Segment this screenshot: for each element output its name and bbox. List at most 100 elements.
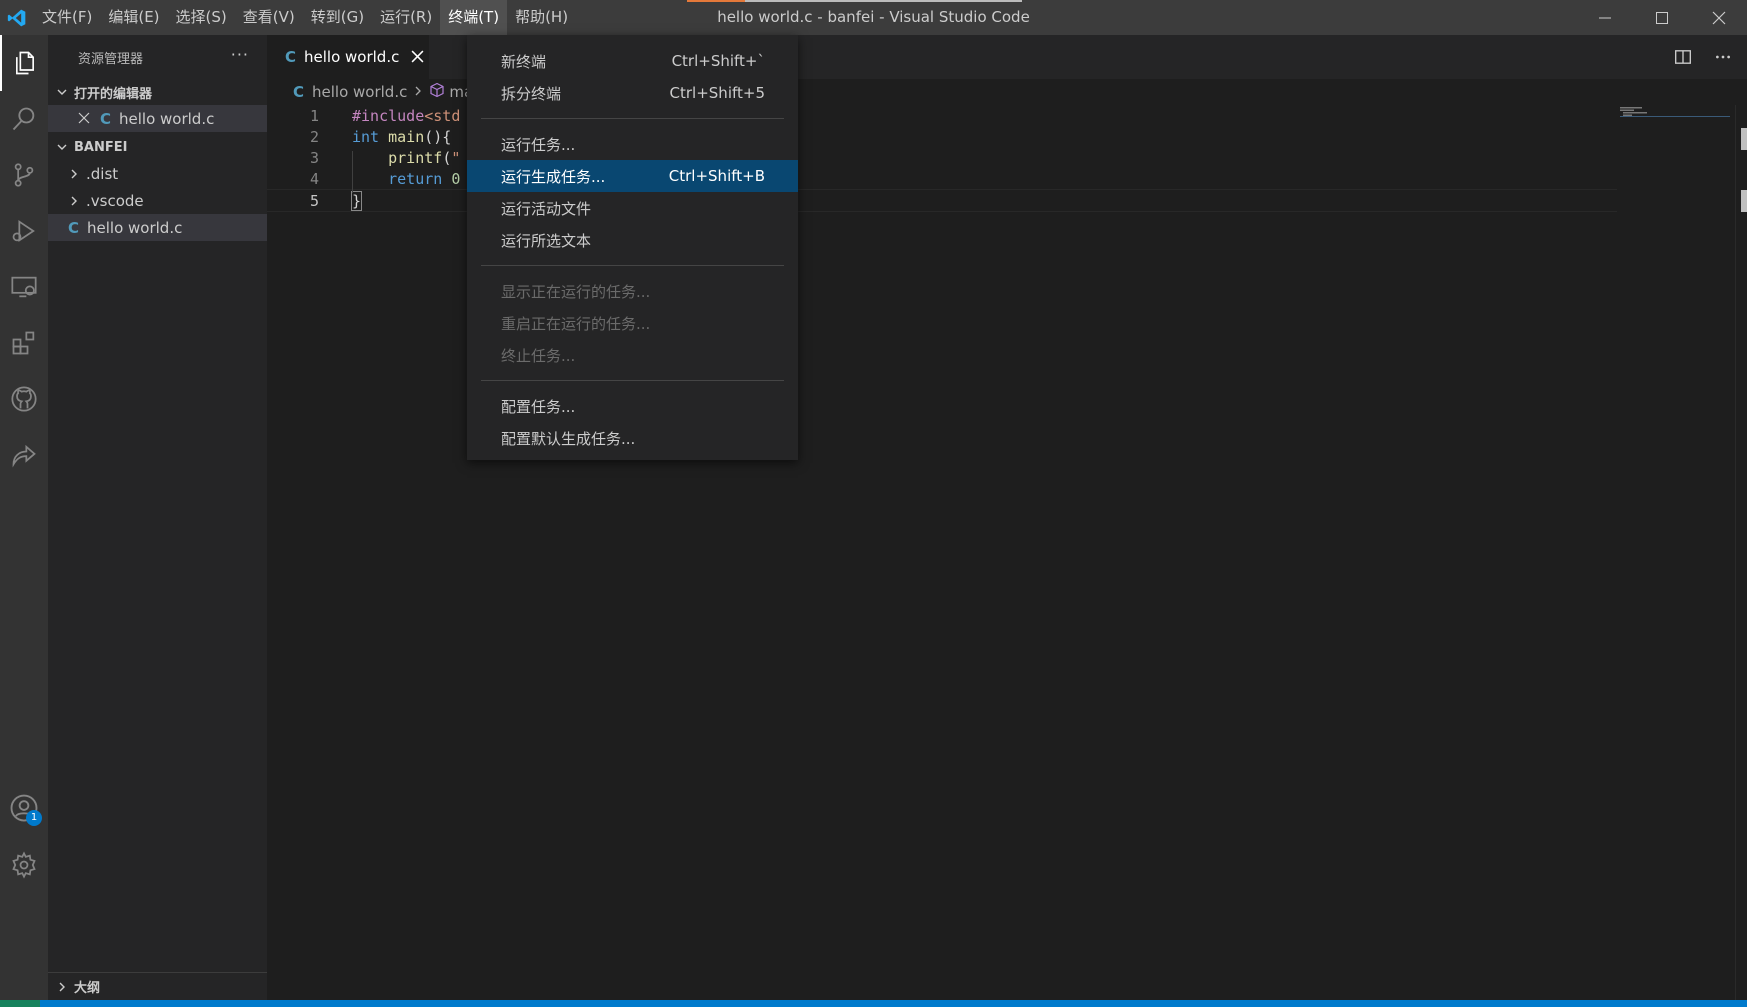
code-token: (){ xyxy=(424,128,452,146)
tree-folder-vscode[interactable]: .vscode xyxy=(48,187,267,214)
sidebar-title: 资源管理器 xyxy=(78,51,144,67)
vscode-logo-icon xyxy=(0,0,34,35)
title-bar: 文件(F) 编辑(E) 选择(S) 查看(V) 转到(G) 运行(R) 终端(T… xyxy=(0,0,1747,35)
line-number: 4 xyxy=(309,170,319,188)
live-share-icon[interactable] xyxy=(0,427,48,483)
open-editor-item[interactable]: C hello world.c xyxy=(48,105,267,132)
open-editors-label: 打开的编辑器 xyxy=(74,86,153,102)
menu-view[interactable]: 查看(V) xyxy=(235,0,303,35)
code-token: return xyxy=(388,170,443,188)
code-text: return 0 xyxy=(352,168,460,191)
extensions-icon[interactable] xyxy=(0,315,48,371)
tree-folder-dist[interactable]: .dist xyxy=(48,160,267,187)
code-token: ( xyxy=(442,149,452,167)
menu-selection[interactable]: 选择(S) xyxy=(168,0,235,35)
breadcrumb-file[interactable]: hello world.c xyxy=(312,83,407,101)
github-icon[interactable] xyxy=(0,371,48,427)
open-editors-section[interactable]: 打开的编辑器 xyxy=(48,79,267,105)
code-text: #include<std xyxy=(352,105,460,128)
close-icon xyxy=(1712,11,1725,24)
activity-bar: 1 xyxy=(0,35,48,1000)
tab-label: hello world.c xyxy=(304,48,400,66)
chevron-right-icon xyxy=(66,193,82,209)
tab-hello-world[interactable]: C hello world.c xyxy=(267,35,429,79)
menu-edit[interactable]: 编辑(E) xyxy=(100,0,167,35)
menu-separator xyxy=(481,380,784,381)
menu-item-label: 终止任务... xyxy=(501,346,576,365)
more-actions-icon[interactable]: ··· xyxy=(231,45,249,64)
menu-item-run-selected-text[interactable]: 运行所选文本 xyxy=(467,224,798,256)
open-editor-filename: hello world.c xyxy=(119,109,215,128)
remote-status-indicator[interactable] xyxy=(0,1000,40,1007)
c-file-icon: C xyxy=(285,48,297,66)
menu-run[interactable]: 运行(R) xyxy=(372,0,440,35)
menu-help[interactable]: 帮助(H) xyxy=(507,0,576,35)
menu-separator xyxy=(481,118,784,119)
line-number: 5 xyxy=(309,192,319,210)
menu-terminal[interactable]: 终端(T) xyxy=(440,0,508,35)
menu-item-configure-default-build-task[interactable]: 配置默认生成任务... xyxy=(467,422,798,454)
workspace-label: BANFEI xyxy=(74,139,128,155)
folder-name: .vscode xyxy=(86,191,144,210)
workspace-section[interactable]: BANFEI xyxy=(48,134,267,160)
menu-item-label: 重启正在运行的任务... xyxy=(501,314,651,333)
close-editor-icon[interactable] xyxy=(78,110,90,128)
menu-item-run-task[interactable]: 运行任务... xyxy=(467,128,798,160)
line-number: 2 xyxy=(309,128,319,146)
minimize-button[interactable] xyxy=(1576,0,1633,35)
menu-item-shortcut: Ctrl+Shift+` xyxy=(671,52,765,70)
window-controls xyxy=(1576,0,1747,35)
account-icon[interactable]: 1 xyxy=(0,780,48,836)
remote-explorer-icon[interactable] xyxy=(0,259,48,315)
menu-item-split-terminal[interactable]: 拆分终端 Ctrl+Shift+5 xyxy=(467,77,798,109)
minimap[interactable] xyxy=(1620,106,1730,118)
menu-go[interactable]: 转到(G) xyxy=(303,0,372,35)
explorer-icon[interactable] xyxy=(0,35,48,91)
line-number: 3 xyxy=(309,149,319,167)
indent-guide xyxy=(352,151,353,193)
tree-file-hello-world[interactable]: C hello world.c xyxy=(48,214,267,241)
menu-item-label: 运行任务... xyxy=(501,135,576,154)
split-editor-icon[interactable] xyxy=(1671,45,1695,69)
menu-item-shortcut: Ctrl+Shift+5 xyxy=(669,84,765,102)
maximize-button[interactable] xyxy=(1633,0,1690,35)
menu-item-run-build-task[interactable]: 运行生成任务... Ctrl+Shift+B xyxy=(467,160,798,192)
folder-name: .dist xyxy=(86,164,119,183)
overview-ruler-mark xyxy=(1741,190,1747,212)
line-number: 1 xyxy=(309,107,319,125)
menu-item-label: 运行所选文本 xyxy=(501,231,592,250)
menu-item-configure-tasks[interactable]: 配置任务... xyxy=(467,390,798,422)
outline-section[interactable]: 大纲 xyxy=(48,972,267,1000)
outline-label: 大纲 xyxy=(74,981,101,996)
run-debug-icon[interactable] xyxy=(0,203,48,259)
close-tab-icon[interactable] xyxy=(411,48,424,67)
c-file-icon: C xyxy=(100,109,112,128)
status-bar xyxy=(0,1000,1747,1007)
menu-item-label: 显示正在运行的任务... xyxy=(501,282,651,301)
chevron-down-icon xyxy=(54,139,70,155)
chevron-down-icon xyxy=(54,84,70,100)
title-accent-bar xyxy=(687,0,745,2)
menu-separator xyxy=(481,265,784,266)
c-file-icon: C xyxy=(68,218,80,237)
code-token: <std xyxy=(424,107,461,125)
menu-item-new-terminal[interactable]: 新终端 Ctrl+Shift+` xyxy=(467,45,798,77)
menu-file[interactable]: 文件(F) xyxy=(34,0,100,35)
settings-gear-icon[interactable] xyxy=(0,837,48,893)
overview-ruler-mark xyxy=(1741,128,1747,150)
search-icon[interactable] xyxy=(0,91,48,147)
more-actions-icon[interactable] xyxy=(1711,45,1735,69)
menu-item-run-active-file[interactable]: 运行活动文件 xyxy=(467,192,798,224)
source-control-icon[interactable] xyxy=(0,147,48,203)
code-token: printf xyxy=(388,149,443,167)
menu-item-shortcut: Ctrl+Shift+B xyxy=(668,167,765,185)
code-token: main xyxy=(388,128,425,146)
close-window-button[interactable] xyxy=(1690,0,1747,35)
code-text: int main(){ xyxy=(352,126,451,149)
terminal-menu-dropdown: 新终端 Ctrl+Shift+` 拆分终端 Ctrl+Shift+5 运行任务.… xyxy=(467,35,798,460)
editor-scrollbar[interactable] xyxy=(1735,105,1747,1000)
chevron-right-icon xyxy=(54,979,70,995)
code-token: int xyxy=(352,128,380,146)
